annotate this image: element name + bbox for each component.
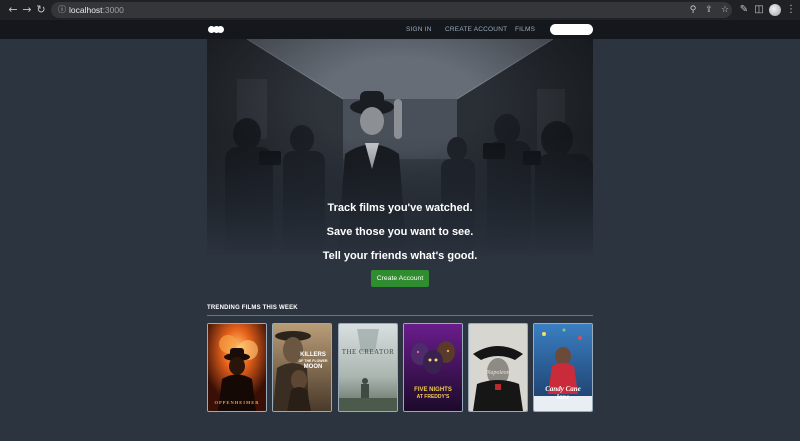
poster-title-line: KILLERS xyxy=(300,352,326,358)
extensions-icon[interactable]: ✎ xyxy=(737,3,751,17)
poster-title-line: lane xyxy=(556,393,570,401)
poster-title-line: Candy Cane xyxy=(545,385,581,393)
hero-backdrop: Track films you've watched. Save those y… xyxy=(207,39,593,255)
nav-films[interactable]: FILMS xyxy=(515,26,535,34)
poster-title-line: OF THE FLOWER xyxy=(298,359,328,363)
nav-create-account[interactable]: CREATE ACCOUNT xyxy=(445,26,507,34)
site-header: SIGN IN CREATE ACCOUNT FILMS xyxy=(0,20,800,39)
zoom-icon[interactable]: ⚲ xyxy=(687,4,699,16)
poster-creator-art xyxy=(339,324,397,411)
forward-arrow-icon[interactable]: → xyxy=(20,3,34,17)
hero-tagline-1: Track films you've watched. xyxy=(327,202,473,214)
poster-napoleon-art xyxy=(469,324,527,411)
hero-tagline-2: Save those you want to see. xyxy=(326,226,474,238)
browser-toolbar: ← → ↻ ⓘ localhost:3000 ⚲ ⇪ ☆ ✎ ◫ ⋮ xyxy=(0,0,800,20)
create-account-button[interactable]: Create Account xyxy=(371,270,429,287)
poster-title-line: AT FREDDY'S xyxy=(416,394,450,400)
hero-tagline-3: Tell your friends what's good. xyxy=(322,250,478,262)
poster-the-creator[interactable]: THE CREATOR xyxy=(338,323,398,412)
poster-title: Napoleon xyxy=(486,370,510,376)
section-title-trending: TRENDING FILMS THIS WEEK xyxy=(207,305,298,311)
profile-avatar[interactable] xyxy=(769,4,781,16)
poster-candy-cane-lane[interactable]: Candy Cane lane xyxy=(533,323,593,412)
poster-killers-of-the-flower-moon[interactable]: KILLERS OF THE FLOWER MOON xyxy=(272,323,332,412)
poster-napoleon[interactable]: Napoleon xyxy=(468,323,528,412)
poster-oppenheimer[interactable]: OPPENHEIMER xyxy=(207,323,267,412)
address-bar[interactable]: ⓘ localhost:3000 ⚲ ⇪ ☆ xyxy=(51,2,732,18)
section-divider xyxy=(207,315,593,316)
poster-title-line: FIVE NIGHTS xyxy=(414,387,452,393)
poster-title: OPPENHEIMER xyxy=(214,400,260,405)
share-icon[interactable]: ⇪ xyxy=(703,4,715,16)
search-input[interactable] xyxy=(550,24,593,35)
back-arrow-icon[interactable]: ← xyxy=(6,3,20,17)
reload-icon[interactable]: ↻ xyxy=(34,3,48,17)
poster-title: THE CREATOR xyxy=(341,348,395,356)
url-text[interactable]: localhost:3000 xyxy=(69,4,124,16)
hero-backdrop-image xyxy=(207,39,593,255)
kebab-menu-icon[interactable]: ⋮ xyxy=(784,3,798,17)
side-panel-icon[interactable]: ◫ xyxy=(752,3,766,17)
poster-five-nights-at-freddys[interactable]: FIVE NIGHTS AT FREDDY'S xyxy=(403,323,463,412)
poster-oppenheimer-art xyxy=(208,324,266,411)
site-info-icon[interactable]: ⓘ xyxy=(57,5,67,15)
poster-title-line: MOON xyxy=(303,364,323,370)
three-dots-logo[interactable] xyxy=(208,26,224,33)
nav-sign-in[interactable]: SIGN IN xyxy=(406,26,432,34)
bookmark-star-icon[interactable]: ☆ xyxy=(719,4,731,16)
